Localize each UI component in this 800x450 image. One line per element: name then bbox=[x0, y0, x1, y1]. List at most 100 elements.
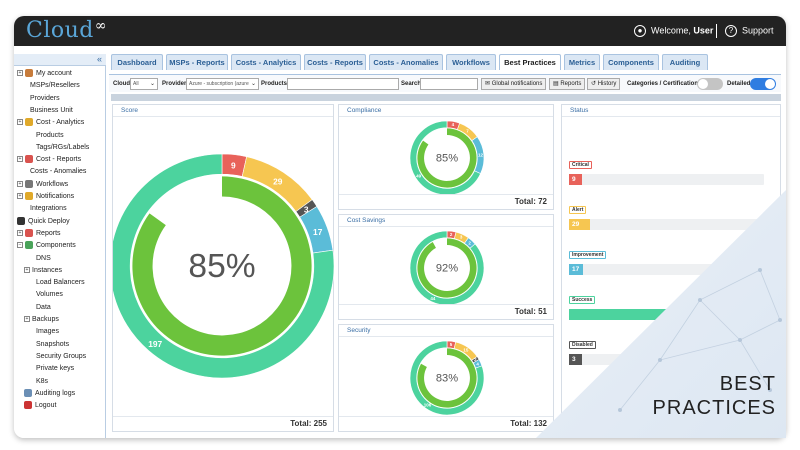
detailed-toggle[interactable] bbox=[750, 78, 776, 90]
cloud-icon bbox=[17, 216, 25, 225]
sidebar-item-products[interactable]: Products bbox=[36, 130, 64, 142]
sidebar-item-workflows[interactable]: + Workflows bbox=[17, 179, 68, 191]
security-panel-title: Security bbox=[339, 325, 553, 337]
sidebar-item-label: Security Groups bbox=[36, 352, 87, 360]
sidebar-item-images[interactable]: Images bbox=[36, 326, 59, 338]
tab-costs-anomalies[interactable]: Costs - Anomalies bbox=[369, 54, 443, 70]
sidebar-item-msps-resellers[interactable]: MSPs/Resellers bbox=[30, 80, 80, 92]
sidebar-item-integrations[interactable]: Integrations bbox=[30, 203, 67, 215]
status-bar: 9 bbox=[569, 174, 764, 185]
sidebar-item-backups[interactable]: + Backups bbox=[24, 314, 59, 326]
products-input[interactable] bbox=[287, 78, 399, 90]
detailed-toggle-label: Detailed bbox=[727, 81, 751, 87]
tab-costs-analytics[interactable]: Costs - Analytics bbox=[231, 54, 301, 70]
expand-icon[interactable]: + bbox=[17, 180, 23, 187]
tab-msps-reports[interactable]: MSPs - Reports bbox=[166, 54, 228, 70]
sidebar-item-snapshots[interactable]: Snapshots bbox=[36, 339, 69, 351]
tab-dashboard[interactable]: Dashboard bbox=[111, 54, 163, 70]
sidebar-item-label: Cost - Analytics bbox=[36, 119, 85, 127]
report-icon bbox=[25, 155, 33, 164]
horizontal-scrollbar[interactable] bbox=[111, 94, 781, 101]
top-bar: Cloud∞ ● Welcome, User ? Support bbox=[14, 16, 786, 46]
score-panel: Score 9 29 3 17 197 85% Total: 255 bbox=[112, 104, 335, 432]
logo[interactable]: Cloud∞ bbox=[26, 18, 107, 43]
provider-select[interactable]: Azure - subscription (azure ⌄ bbox=[186, 78, 259, 90]
expand-icon[interactable]: + bbox=[24, 266, 30, 273]
sidebar-item-auditing-logs[interactable]: Auditing logs bbox=[24, 388, 75, 400]
sidebar-item-label: Backups bbox=[32, 316, 59, 323]
cloud-select[interactable]: All ⌄ bbox=[130, 78, 158, 90]
support-link[interactable]: ? Support bbox=[725, 25, 774, 37]
sidebar-item-security-groups[interactable]: Security Groups bbox=[36, 351, 86, 363]
slice-label: 29 bbox=[273, 177, 283, 187]
global-notifications-button[interactable]: ✉ Global notifications bbox=[481, 78, 547, 90]
sidebar-item-private-keys[interactable]: Private keys bbox=[36, 363, 74, 375]
sidebar-item-label: MSPs/Resellers bbox=[30, 82, 80, 90]
sidebar-item-volumes[interactable]: Volumes bbox=[36, 289, 63, 301]
support-label: Support bbox=[742, 25, 774, 36]
center-percentage: 92% bbox=[436, 263, 458, 275]
history-button[interactable]: ↺ History bbox=[587, 78, 621, 90]
sidebar-item-label: Costs - Anomalies bbox=[30, 168, 87, 176]
expand-icon[interactable]: + bbox=[17, 70, 23, 77]
expand-icon[interactable]: + bbox=[17, 193, 23, 200]
sidebar-item-components[interactable]: − Components bbox=[17, 240, 76, 252]
sidebar-item-reports[interactable]: + Reports bbox=[17, 228, 61, 240]
sidebar-item-business-unit[interactable]: Business Unit bbox=[30, 105, 73, 117]
overlay-line-2: PRACTICES bbox=[652, 397, 776, 419]
slice-label: 15 bbox=[463, 347, 469, 352]
welcome-user[interactable]: ● Welcome, User bbox=[634, 25, 713, 37]
sidebar-item-label: Quick Deploy bbox=[28, 217, 70, 225]
best-practices-overlay: BEST PRACTICES bbox=[636, 372, 776, 420]
sidebar-item-instances[interactable]: + Instances bbox=[24, 265, 62, 277]
score-donut-chart: 92931719785% bbox=[113, 153, 335, 379]
expand-icon[interactable]: + bbox=[17, 119, 23, 126]
sidebar-item-cost-reports[interactable]: + Cost - Reports bbox=[17, 154, 81, 166]
collapse-icon[interactable]: − bbox=[17, 242, 23, 249]
security-panel: Security 5 15 2 4 106 83% Total: 132 bbox=[338, 324, 554, 432]
sidebar-item-dns[interactable]: DNS bbox=[36, 253, 51, 265]
sidebar-item-providers[interactable]: Providers bbox=[30, 93, 60, 105]
tab-auditing[interactable]: Auditing bbox=[662, 54, 708, 70]
sidebar-item-data[interactable]: Data bbox=[36, 302, 51, 314]
expand-icon[interactable]: + bbox=[17, 230, 23, 237]
provider-filter-label: Provider bbox=[162, 81, 187, 87]
sidebar-item-label: DNS bbox=[36, 254, 51, 262]
sidebar-item-label: Snapshots bbox=[36, 340, 70, 348]
sidebar-item-cost-analytics[interactable]: + Cost - Analytics bbox=[17, 117, 84, 129]
expand-icon[interactable]: + bbox=[24, 316, 30, 323]
categories-toggle[interactable] bbox=[697, 78, 723, 90]
sidebar-item-my-account[interactable]: + My account bbox=[17, 68, 72, 80]
status-value: 29 bbox=[572, 221, 580, 228]
status-value: 9 bbox=[572, 176, 576, 183]
sidebar-item-tags-rgs-labels[interactable]: Tags/RGs/Labels bbox=[36, 142, 89, 154]
cloud-filter-label: Cloud bbox=[113, 81, 130, 87]
dollar-icon bbox=[25, 118, 33, 127]
tab-metrics[interactable]: Metrics bbox=[564, 54, 600, 70]
status-bar: 197 bbox=[569, 309, 764, 320]
sidebar-item-label: K8s bbox=[36, 377, 49, 385]
reports-button[interactable]: ▤ Reports bbox=[549, 78, 586, 90]
products-filter-label: Products bbox=[261, 81, 288, 87]
chevron-down-icon: ⌄ bbox=[149, 81, 155, 87]
status-badge: Improvement bbox=[569, 251, 607, 259]
tab-costs-reports[interactable]: Costs - Reports bbox=[304, 54, 366, 70]
sidebar-item-notifications[interactable]: + Notifications bbox=[17, 191, 74, 203]
expand-icon[interactable]: + bbox=[17, 156, 23, 163]
sidebar-item-load-balancers[interactable]: Load Balancers bbox=[36, 277, 85, 289]
search-input[interactable] bbox=[420, 78, 478, 90]
sidebar-item-logout[interactable]: Logout bbox=[24, 400, 56, 412]
sidebar-item-k8s[interactable]: K8s bbox=[36, 376, 48, 388]
status-badge: Critical bbox=[569, 161, 592, 169]
sidebar-item-quick-deploy[interactable]: Quick Deploy bbox=[17, 216, 70, 228]
sidebar-item-label: My account bbox=[36, 70, 72, 77]
status-badge: Alert bbox=[569, 206, 587, 214]
sidebar-item-label: Reports bbox=[36, 229, 61, 237]
tab-workflows[interactable]: Workflows bbox=[446, 54, 496, 70]
user-name: User bbox=[693, 25, 714, 36]
tab-best-practices[interactable]: Best Practices bbox=[499, 54, 561, 70]
sidebar-item-costs-anomalies[interactable]: Costs - Anomalies bbox=[30, 166, 86, 178]
tab-components[interactable]: Components bbox=[603, 54, 659, 70]
collapse-sidebar-button[interactable]: « bbox=[14, 54, 106, 66]
slice-label: 44 bbox=[430, 296, 436, 301]
